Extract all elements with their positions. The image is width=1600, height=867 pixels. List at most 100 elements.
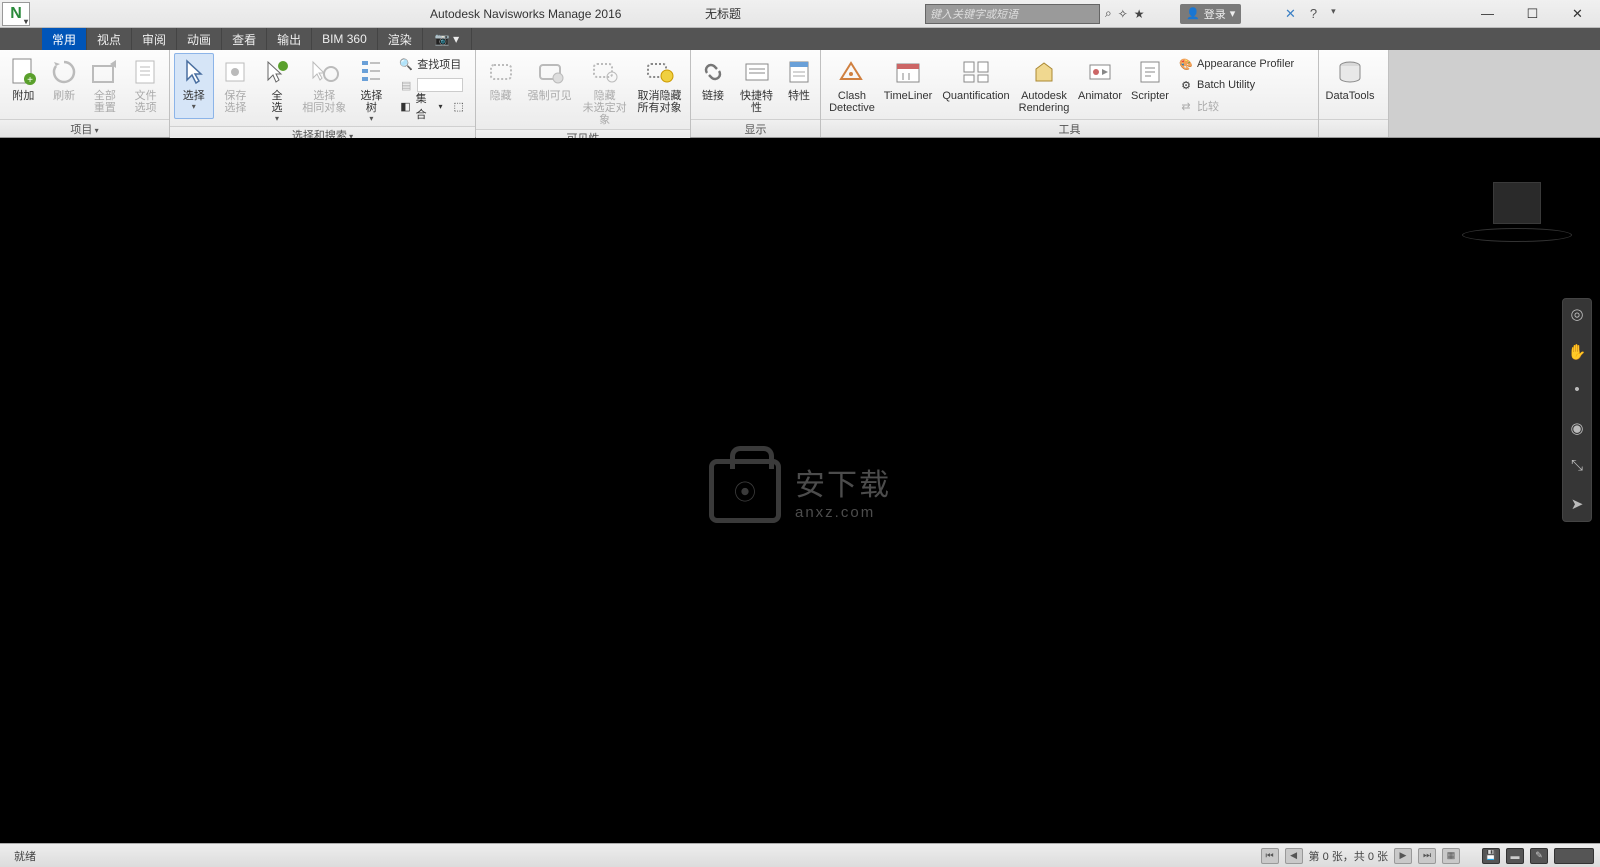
disk-icon[interactable]: 💾: [1482, 848, 1500, 864]
reset-icon: [89, 56, 121, 88]
clash-icon: [836, 56, 868, 88]
sheet-first-button[interactable]: ⏮: [1261, 848, 1279, 864]
panel-display: 链接 快捷特性 特性 显示: [691, 50, 821, 137]
select-button[interactable]: 选择 ▾: [174, 53, 214, 119]
orbit-icon[interactable]: ◉: [1567, 419, 1587, 439]
append-label: 附加: [12, 90, 34, 102]
quantification-button[interactable]: Quantification: [937, 53, 1015, 119]
tab-render[interactable]: 渲染: [378, 28, 423, 50]
sheet-browser-button[interactable]: ▦: [1442, 848, 1460, 864]
tab-bim360[interactable]: BIM 360: [312, 28, 378, 50]
appearance-label: Appearance Profiler: [1197, 58, 1294, 70]
find-label: 查找项目: [417, 56, 461, 72]
maximize-button[interactable]: ☐: [1510, 1, 1555, 27]
timeliner-button[interactable]: TimeLiner: [881, 53, 935, 119]
tab-animation[interactable]: 动画: [177, 28, 222, 50]
tab-home[interactable]: 常用: [42, 28, 87, 50]
file-options-button: 文件 选项: [126, 53, 165, 119]
pencil-icon[interactable]: ✎: [1530, 848, 1548, 864]
render-label: Autodesk Rendering: [1019, 90, 1070, 114]
unhide-all-button[interactable]: 取消隐藏 所有对象: [633, 53, 686, 119]
animator-button[interactable]: Animator: [1073, 53, 1127, 119]
reset-label: 全部 重置: [94, 90, 116, 114]
memory-icon[interactable]: ▬: [1506, 848, 1524, 864]
binoculars-icon[interactable]: ⌕: [1105, 6, 1112, 21]
sets-button[interactable]: ◧集合▾⬚: [393, 96, 471, 116]
filter-icon: ▤: [398, 77, 414, 93]
ribbon: + 附加 刷新 全部 重置 文件 选项 项目 选择 ▾: [0, 50, 1600, 138]
panel-project-title[interactable]: 项目: [70, 121, 98, 137]
selall-label: 全 选: [271, 90, 282, 114]
tab-output[interactable]: 输出: [267, 28, 312, 50]
unhide-label: 取消隐藏 所有对象: [638, 90, 682, 114]
scripter-label: Scripter: [1131, 90, 1169, 102]
exchange-icon[interactable]: ✕: [1285, 6, 1296, 22]
fileopt-label: 文件 选项: [135, 90, 157, 114]
zoom-icon[interactable]: •: [1567, 381, 1587, 401]
bag-icon: [709, 459, 781, 523]
select-label: 选择: [183, 90, 205, 102]
title-right-icons: ✕ ? ▾: [1285, 6, 1336, 22]
viewport-3d[interactable]: 安下载 anxz.com ◎ ✋ • ◉ ⤡ ➤: [0, 138, 1600, 843]
find-items-button[interactable]: 🔍查找项目: [393, 54, 471, 74]
sheet-next-button[interactable]: ▶: [1394, 848, 1412, 864]
tab-camera[interactable]: 📷 ▾: [423, 28, 472, 50]
compare-label: 比较: [1197, 98, 1219, 114]
clash-detective-button[interactable]: Clash Detective: [825, 53, 879, 119]
appearance-profiler-button[interactable]: 🎨Appearance Profiler: [1173, 54, 1305, 74]
autodesk-rendering-button[interactable]: Autodesk Rendering: [1017, 53, 1071, 119]
sheet-last-button[interactable]: ⏭: [1418, 848, 1436, 864]
steering-wheel-icon[interactable]: ◎: [1567, 305, 1587, 325]
window-controls: — ☐ ✕: [1465, 1, 1600, 27]
quick-props-button[interactable]: 快捷特性: [733, 53, 780, 119]
tab-viewpoint[interactable]: 视点: [87, 28, 132, 50]
search-input[interactable]: [926, 6, 1099, 24]
sheet-counter: 第 0 张，共 0 张: [1309, 848, 1388, 864]
clash-label: Clash Detective: [829, 90, 875, 114]
links-button[interactable]: 链接: [695, 53, 731, 119]
datatools-button[interactable]: DataTools: [1323, 53, 1377, 119]
star-icon[interactable]: ★: [1134, 7, 1145, 21]
require-icon: [534, 56, 566, 88]
refresh-icon: [48, 56, 80, 88]
help-icon[interactable]: ?: [1310, 6, 1317, 22]
app-menu-button[interactable]: N: [2, 2, 30, 26]
animator-icon: [1084, 56, 1116, 88]
look-icon[interactable]: ⤡: [1567, 457, 1587, 477]
chevron-down-icon[interactable]: ▾: [1331, 6, 1336, 22]
unhide-icon: [644, 56, 676, 88]
select-same-icon: [308, 56, 340, 88]
timeliner-label: TimeLiner: [884, 90, 933, 102]
hide-unselected-button: 隐藏 未选定对象: [578, 53, 631, 129]
sets-manage-icon[interactable]: ⬚: [452, 98, 466, 114]
close-button[interactable]: ✕: [1555, 1, 1600, 27]
sheet-prev-button[interactable]: ◀: [1285, 848, 1303, 864]
infocenter-search[interactable]: [925, 4, 1100, 24]
selection-tree-button[interactable]: 选择 树 ▾: [352, 53, 392, 126]
append-button[interactable]: + 附加: [4, 53, 43, 119]
select-nav-icon[interactable]: ➤: [1567, 495, 1587, 515]
watermark-line2: anxz.com: [795, 504, 891, 521]
key-icon[interactable]: ✧: [1118, 7, 1128, 21]
scripter-button[interactable]: Scripter: [1129, 53, 1171, 119]
batch-utility-button[interactable]: ⚙Batch Utility: [1173, 75, 1305, 95]
watermark: 安下载 anxz.com: [709, 459, 891, 523]
minimize-button[interactable]: —: [1465, 1, 1510, 27]
infocenter-icons: ⌕ ✧ ★: [1105, 6, 1145, 21]
animator-label: Animator: [1078, 90, 1122, 102]
tab-view[interactable]: 查看: [222, 28, 267, 50]
progress-indicator: [1554, 848, 1594, 864]
login-button[interactable]: 👤 登录 ▾: [1180, 4, 1241, 24]
file-options-icon: [130, 56, 162, 88]
svg-text:+: +: [27, 75, 33, 86]
reset-all-button: 全部 重置: [86, 53, 125, 119]
panel-display-title: 显示: [745, 121, 767, 137]
status-ready: 就绪: [0, 848, 36, 864]
cursor-icon: [178, 56, 210, 88]
pan-icon[interactable]: ✋: [1567, 343, 1587, 363]
properties-button[interactable]: 特性: [782, 53, 816, 119]
tab-review[interactable]: 审阅: [132, 28, 177, 50]
select-all-button[interactable]: 全 选 ▾: [257, 53, 297, 126]
viewcube[interactable]: [1482, 182, 1552, 242]
tree-icon: [355, 56, 387, 88]
